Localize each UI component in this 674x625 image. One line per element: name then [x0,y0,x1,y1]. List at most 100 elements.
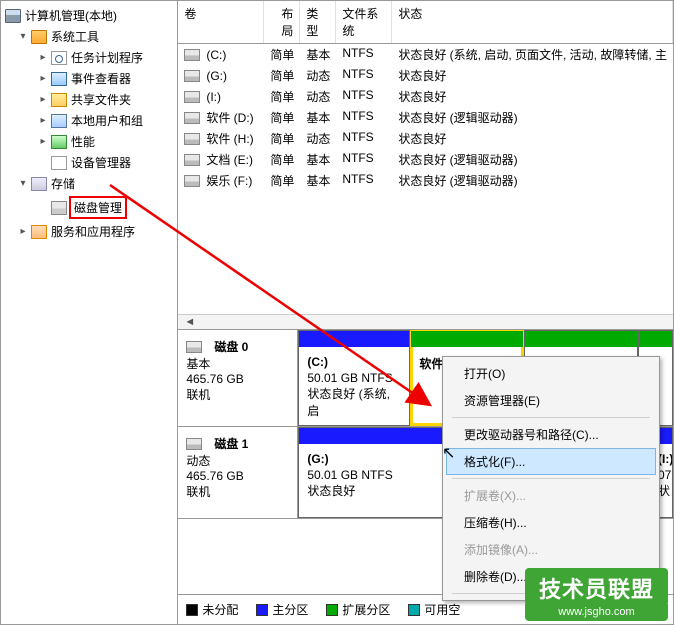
drive-icon [184,175,200,187]
volume-type: 基本 [300,172,336,189]
partition-c[interactable]: (C:)50.01 GB NTFS状态良好 (系统, 启 [298,330,410,426]
tree-disk-management[interactable]: 磁盘管理 [3,194,175,221]
volume-status: 状态良好 [392,130,673,147]
event-icon [51,72,67,86]
menu-format[interactable]: 格式化(F)... [446,448,656,475]
cursor-icon: ↖ [442,443,455,463]
volume-grid-body: (C:)简单基本NTFS状态良好 (系统, 启动, 页面文件, 活动, 故障转储… [178,44,673,314]
volume-row[interactable]: 软件 (H:) 简单动态NTFS状态良好 [178,128,673,149]
volume-row[interactable]: (C:)简单基本NTFS状态良好 (系统, 启动, 页面文件, 活动, 故障转储… [178,44,673,65]
watermark: 技术员联盟 www.jsgho.com [525,568,668,621]
tree-local-users[interactable]: ▸本地用户和组 [3,110,175,131]
volume-layout: 简单 [264,172,300,189]
volume-status: 状态良好 (逻辑驱动器) [392,109,673,126]
clock-icon [51,51,67,65]
disk-info-1[interactable]: 磁盘 1 动态 465.76 GB 联机 [178,427,298,518]
splitter[interactable]: ◄ [178,314,673,330]
ext-bar [525,331,637,347]
tree-task-scheduler[interactable]: ▸任务计划程序 [3,47,175,68]
services-icon [31,225,47,239]
disk-icon [51,201,67,215]
volume-row[interactable]: 文档 (E:)简单基本NTFS状态良好 (逻辑驱动器) [178,149,673,170]
expand-icon[interactable]: ▸ [37,115,49,127]
device-icon [51,156,67,170]
col-filesystem[interactable]: 文件系统 [336,1,392,43]
ext-bar [639,331,672,347]
tree-shared-folders[interactable]: ▸共享文件夹 [3,89,175,110]
volume-status: 状态良好 (逻辑驱动器) [392,151,673,168]
tree-services[interactable]: ▸服务和应用程序 [3,221,175,242]
volume-row[interactable]: 娱乐 (F:)简单基本NTFS状态良好 (逻辑驱动器) [178,170,673,191]
volume-layout: 简单 [264,130,300,147]
volume-name: 软件 (H:) [206,130,253,147]
computer-icon [5,9,21,23]
legend-ext-icon [326,604,338,616]
menu-mirror[interactable]: 添加镜像(A)... [446,536,656,563]
legend-unalloc-icon [186,604,198,616]
expand-icon[interactable]: ▸ [37,94,49,106]
col-type[interactable]: 类型 [300,1,336,43]
folder-icon [51,93,67,107]
expand-icon[interactable]: ▸ [37,136,49,148]
tree-storage[interactable]: ▾存储 [3,173,175,194]
drive-icon [184,133,200,145]
volume-type: 基本 [300,109,336,126]
storage-icon [31,177,47,191]
menu-separator [452,478,650,479]
drive-icon [184,91,200,103]
volume-grid-header: 卷 布局 类型 文件系统 状态 [178,1,673,44]
volume-type: 基本 [300,46,336,63]
menu-open[interactable]: 打开(O) [446,360,656,387]
col-volume[interactable]: 卷 [178,1,264,43]
expand-icon[interactable]: ▸ [17,226,29,238]
menu-shrink[interactable]: 压缩卷(H)... [446,509,656,536]
nav-tree: 计算机管理(本地) ▾系统工具 ▸任务计划程序 ▸事件查看器 ▸共享文件夹 ▸本… [1,1,178,624]
scroll-left-icon[interactable]: ◄ [184,316,195,328]
tree-performance[interactable]: ▸性能 [3,131,175,152]
volume-name: 娱乐 (F:) [206,172,252,189]
disk-info-0[interactable]: 磁盘 0 基本 465.76 GB 联机 [178,330,298,426]
collapse-icon[interactable]: ▾ [17,178,29,190]
drive-icon [184,154,200,166]
tree-root[interactable]: 计算机管理(本地) [3,5,175,26]
drive-icon [184,112,200,124]
tree-system-tools[interactable]: ▾系统工具 [3,26,175,47]
menu-extend[interactable]: 扩展卷(X)... [446,482,656,509]
primary-bar [299,331,409,347]
context-menu: 打开(O) 资源管理器(E) 更改驱动器号和路径(C)... 格式化(F)...… [442,356,660,601]
ext-bar [411,331,523,347]
volume-fs: NTFS [336,151,392,168]
volume-row[interactable]: (G:)简单动态NTFS状态良好 [178,65,673,86]
performance-icon [51,135,67,149]
volume-layout: 简单 [264,67,300,84]
tree-device-manager[interactable]: 设备管理器 [3,152,175,173]
tree-event-viewer[interactable]: ▸事件查看器 [3,68,175,89]
volume-type: 动态 [300,130,336,147]
disk-icon [186,438,202,450]
volume-name: (G:) [206,69,227,83]
volume-fs: NTFS [336,172,392,189]
volume-layout: 简单 [264,109,300,126]
legend-primary-icon [256,604,268,616]
expand-icon[interactable]: ▸ [37,73,49,85]
volume-row[interactable]: (I:)简单动态NTFS状态良好 [178,86,673,107]
menu-explorer[interactable]: 资源管理器(E) [446,387,656,414]
volume-fs: NTFS [336,67,392,84]
volume-type: 动态 [300,88,336,105]
menu-change-path[interactable]: 更改驱动器号和路径(C)... [446,421,656,448]
volume-name: (I:) [206,90,221,104]
volume-type: 动态 [300,67,336,84]
expand-icon[interactable]: ▸ [37,52,49,64]
volume-row[interactable]: 软件 (D:)简单基本NTFS状态良好 (逻辑驱动器) [178,107,673,128]
volume-type: 基本 [300,151,336,168]
volume-fs: NTFS [336,88,392,105]
volume-name: (C:) [206,48,226,62]
collapse-icon[interactable]: ▾ [17,31,29,43]
col-status[interactable]: 状态 [392,1,673,43]
drive-icon [184,49,200,61]
col-layout[interactable]: 布局 [264,1,300,43]
users-icon [51,114,67,128]
volume-fs: NTFS [336,130,392,147]
disk-icon [186,341,202,353]
volume-layout: 简单 [264,46,300,63]
